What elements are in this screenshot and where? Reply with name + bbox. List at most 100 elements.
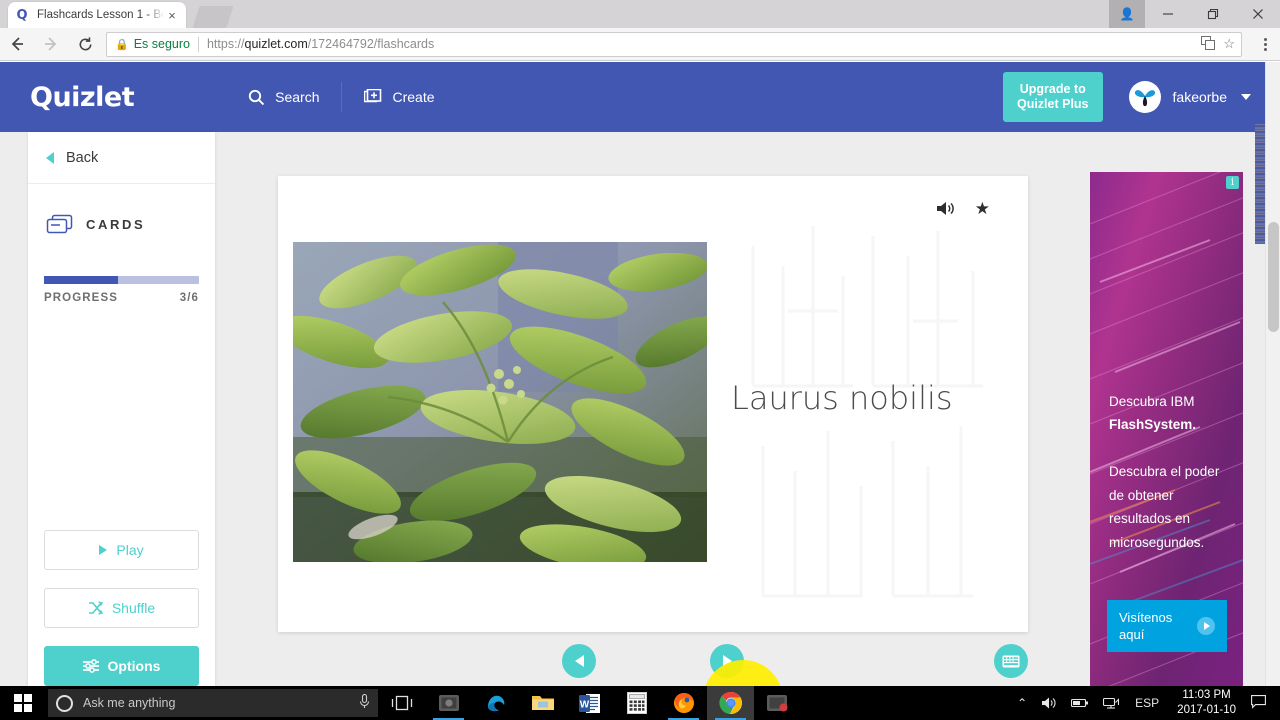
windows-taskbar: Ask me anything W ⌃ ESP 11:03 PM 2017-01… (0, 686, 1280, 720)
page-scrollbar-thumb[interactable] (1268, 222, 1279, 332)
arrow-right-icon (1197, 617, 1215, 635)
firefox-icon[interactable] (660, 686, 707, 720)
flashcard-tools: ★ (936, 200, 990, 220)
photo-app-icon[interactable] (425, 686, 472, 720)
nav-search[interactable]: Search (226, 80, 341, 114)
bookmark-star-icon[interactable]: ☆ (1223, 36, 1235, 53)
chrome-menu-button[interactable] (1252, 28, 1278, 61)
previous-card-button[interactable] (562, 644, 596, 678)
nav-search-label: Search (275, 89, 320, 105)
chevron-left-icon (46, 151, 54, 164)
study-mode-header: CARDS (28, 184, 215, 234)
nav-create[interactable]: Create (342, 80, 456, 114)
options-label: Options (107, 658, 161, 674)
minimize-button[interactable] (1145, 0, 1190, 28)
shuffle-label: Shuffle (111, 600, 156, 616)
back-button[interactable] (0, 28, 34, 61)
options-button[interactable]: Options (44, 646, 199, 686)
minimize-icon (1162, 13, 1173, 15)
tab-title: Flashcards Lesson 1 - Bo (37, 9, 164, 21)
keyboard-icon (1002, 655, 1020, 667)
maximize-button[interactable] (1190, 0, 1235, 28)
battery-icon[interactable] (1064, 686, 1096, 720)
progress-bar (44, 276, 199, 284)
flashcard-navigation (278, 635, 1028, 686)
network-icon[interactable] (1096, 686, 1126, 720)
restore-icon (1207, 8, 1218, 20)
search-input[interactable]: Ask me anything (48, 689, 378, 717)
ad-headline: Descubra IBM FlashSystem. (1109, 390, 1234, 436)
profile-avatar-button[interactable]: 👤 (1109, 0, 1145, 28)
chrome-icon[interactable] (707, 686, 754, 720)
study-sidebar: Back CARDS PROGRESS 3/6 Play Shuffle Opt… (28, 132, 215, 686)
person-icon: 👤 (1119, 7, 1135, 21)
flashcard-stage: ★ Laurus nobilis (278, 176, 1028, 632)
forward-button[interactable] (34, 28, 68, 61)
microphone-icon[interactable] (359, 693, 370, 712)
flashcard-image (293, 242, 707, 562)
sidebar-actions: Play Shuffle Options (28, 530, 215, 686)
play-button[interactable]: Play (44, 530, 199, 570)
arrow-left-icon (11, 37, 23, 51)
arrow-right-icon (45, 37, 57, 51)
back-link[interactable]: Back (28, 132, 215, 184)
omnibox-actions: ☆ (1201, 35, 1235, 53)
back-label: Back (66, 149, 99, 166)
volume-icon[interactable] (1034, 686, 1064, 720)
progress-label: PROGRESS (44, 292, 118, 304)
ad-headline-line2: FlashSystem. (1109, 417, 1197, 432)
bay-laurel-leaves-photo (293, 242, 707, 562)
ad-info-icon[interactable]: i (1226, 176, 1239, 189)
upgrade-to-plus-button[interactable]: Upgrade to Quizlet Plus (1002, 72, 1103, 122)
notification-icon[interactable] (1245, 694, 1276, 712)
flashcard[interactable]: ★ Laurus nobilis (278, 176, 1028, 632)
browser-tab-strip: Q Flashcards Lesson 1 - Bo × 👤 (0, 0, 1280, 28)
start-button[interactable] (0, 686, 46, 720)
quizlet-main-nav: Search Create (226, 80, 456, 114)
study-mode-label: CARDS (86, 216, 146, 232)
user-menu[interactable]: fakeorbe (1128, 81, 1251, 113)
task-view-icon[interactable] (378, 686, 425, 720)
show-hidden-icons-button[interactable]: ⌃ (1010, 686, 1034, 720)
clock[interactable]: 11:03 PM 2017-01-10 (1168, 688, 1245, 718)
address-bar[interactable]: 🔒 Es seguro https://quizlet.com/17246479… (106, 31, 1242, 57)
reload-button[interactable] (68, 28, 102, 61)
keyboard-shortcuts-button[interactable] (994, 644, 1028, 678)
new-tab-button[interactable] (192, 6, 234, 28)
menu-dot (1263, 42, 1267, 46)
file-explorer-icon[interactable] (519, 686, 566, 720)
cortana-icon (56, 694, 73, 712)
browser-tab[interactable]: Q Flashcards Lesson 1 - Bo × (8, 2, 186, 28)
flashcard-term: Laurus nobilis (731, 379, 953, 417)
tab-close-icon[interactable]: × (164, 7, 180, 23)
options-icon (82, 659, 99, 673)
quizlet-q-icon: Q (16, 7, 28, 23)
browser-toolbar: 🔒 Es seguro https://quizlet.com/17246479… (0, 28, 1280, 61)
menu-dot (1263, 37, 1267, 41)
window-controls: 👤 (1109, 0, 1280, 28)
ad-cta-button[interactable]: Visítenos aquí (1107, 600, 1227, 652)
speaker-icon[interactable] (936, 200, 955, 220)
shuffle-button[interactable]: Shuffle (44, 588, 199, 628)
language-indicator[interactable]: ESP (1126, 696, 1168, 710)
close-icon (1252, 9, 1263, 19)
chevron-left-icon (574, 655, 584, 667)
page-scrollbar[interactable] (1265, 62, 1280, 686)
quizlet-logo[interactable]: Quizlet (30, 82, 135, 113)
word-icon[interactable]: W (566, 686, 613, 720)
search-icon (248, 89, 265, 106)
picture-app-icon[interactable] (754, 686, 801, 720)
progress-value: 3/6 (179, 292, 199, 304)
star-icon[interactable]: ★ (975, 200, 990, 220)
chevron-down-icon (1241, 94, 1251, 100)
ad-cta-label: Visítenos aquí (1119, 610, 1173, 642)
close-window-button[interactable] (1235, 0, 1280, 28)
translate-icon[interactable] (1201, 35, 1216, 53)
shuffle-icon (88, 601, 103, 615)
edge-icon[interactable] (472, 686, 519, 720)
calculator-icon[interactable] (613, 686, 660, 720)
advertisement-panel[interactable]: i Descubra IBM FlashSystem. Descubra el … (1090, 172, 1243, 686)
page-edge-artifact (1255, 124, 1265, 244)
quizlet-header-right: Upgrade to Quizlet Plus fakeorbe (1002, 72, 1265, 122)
ad-headline-line1: Descubra IBM (1109, 394, 1195, 409)
